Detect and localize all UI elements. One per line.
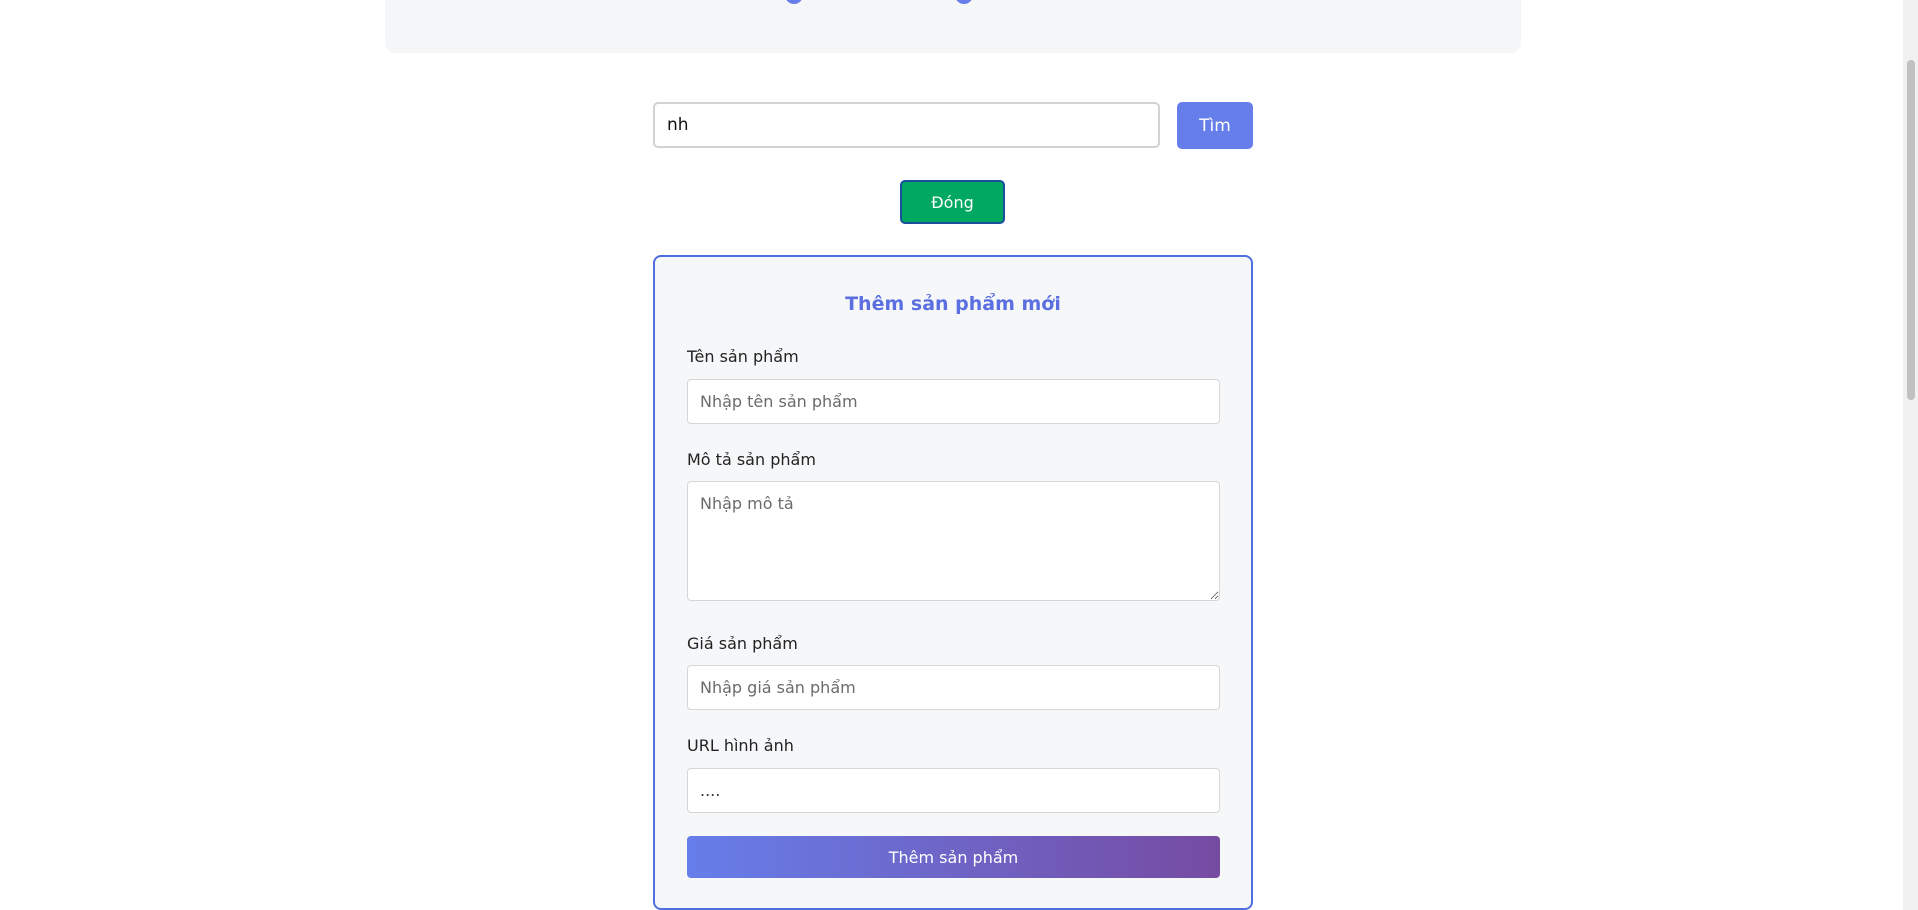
product-price-input[interactable]: [687, 665, 1220, 710]
scrollbar-thumb[interactable]: [1907, 60, 1915, 400]
page: Tìm Đóng Thêm sản phẩm mới Tên sản phẩm …: [0, 0, 1918, 910]
image-url-label: URL hình ảnh: [687, 736, 794, 755]
product-price-label: Giá sản phẩm: [687, 634, 798, 653]
header-panel: [385, 0, 1521, 53]
product-name-label: Tên sản phẩm: [687, 347, 799, 366]
product-description-textarea[interactable]: [687, 481, 1220, 601]
close-button[interactable]: Đóng: [900, 180, 1005, 224]
form-title: Thêm sản phẩm mới: [845, 293, 1061, 315]
add-product-button[interactable]: Thêm sản phẩm: [687, 836, 1220, 878]
search-button[interactable]: Tìm: [1177, 102, 1253, 149]
header-title-fragment: [785, 0, 803, 4]
product-name-input[interactable]: [687, 379, 1220, 424]
image-url-input[interactable]: [687, 768, 1220, 813]
product-description-label: Mô tả sản phẩm: [687, 450, 816, 469]
header-title-fragment: [955, 0, 973, 4]
add-product-form: Thêm sản phẩm mới Tên sản phẩm Mô tả sản…: [653, 255, 1253, 910]
search-input[interactable]: [653, 102, 1160, 148]
